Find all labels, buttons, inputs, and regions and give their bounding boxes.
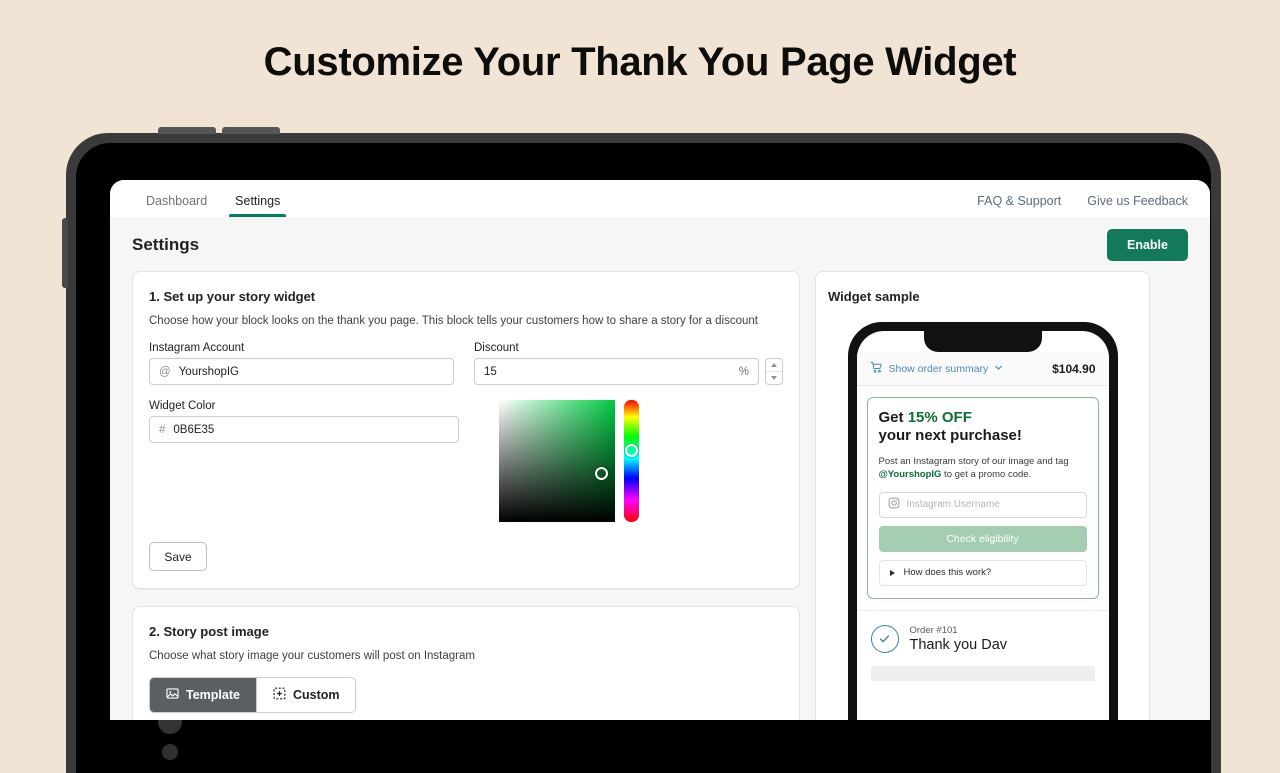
check-circle-icon	[870, 624, 899, 653]
story-widget-card: 1. Set up your story widget Choose how y…	[132, 271, 800, 589]
tab-dashboard[interactable]: Dashboard	[132, 194, 221, 217]
add-frame-icon	[273, 687, 286, 703]
content-area: 1. Set up your story widget Choose how y…	[110, 271, 1210, 720]
give-feedback-link[interactable]: Give us Feedback	[1087, 194, 1188, 208]
phone-notch	[923, 331, 1042, 352]
promo-widget: Get 15% OFF your next purchase! Post an …	[866, 397, 1099, 599]
percent-suffix: %	[738, 365, 749, 378]
volume-up-button[interactable]	[158, 127, 216, 134]
widget-sample-title: Widget sample	[828, 289, 920, 304]
discount-stepper[interactable]	[765, 358, 783, 385]
image-source-toggle: Template Custom	[149, 677, 357, 713]
instagram-account-label: Instagram Account	[149, 342, 245, 354]
stepper-increment[interactable]	[766, 359, 782, 371]
nav-tabs: Dashboard Settings	[132, 194, 294, 217]
caret-up-icon	[771, 363, 777, 367]
chevron-right-icon	[889, 569, 895, 576]
promo-body-end: to get a promo code.	[941, 469, 1032, 481]
color-picker	[499, 400, 639, 522]
story-post-image-card: 2. Story post image Choose what story im…	[132, 606, 800, 720]
instagram-username-placeholder: Instagram Username	[906, 499, 1000, 511]
instagram-account-value: YourshopIG	[178, 365, 240, 378]
app-screen: Dashboard Settings FAQ & Support Give us…	[110, 180, 1210, 720]
chevron-down-icon	[994, 363, 1003, 375]
promo-instructions: Post an Instagram story of our image and…	[879, 455, 1087, 482]
hue-slider[interactable]	[624, 400, 639, 522]
custom-label: Custom	[292, 688, 340, 702]
section2-description: Choose what story image your customers w…	[149, 650, 475, 662]
section2-title: 2. Story post image	[149, 624, 269, 639]
widget-color-input[interactable]: # 0B6E35	[149, 416, 459, 443]
widget-color-label: Widget Color	[149, 400, 216, 412]
discount-label: Discount	[474, 342, 519, 354]
section1-title: 1. Set up your story widget	[149, 289, 316, 304]
discount-field: Discount 15 %	[474, 342, 783, 385]
how-does-this-work-label: How does this work?	[903, 567, 992, 579]
caret-down-icon	[771, 376, 777, 380]
cart-icon	[870, 361, 883, 377]
promo-line2: your next purchase!	[878, 427, 1022, 445]
app-navigation-bar: Dashboard Settings FAQ & Support Give us…	[110, 180, 1210, 217]
widget-color-field: Widget Color # 0B6E35	[149, 400, 459, 522]
thank-you-message: Thank you Dav	[909, 636, 1008, 653]
form-row-color: Widget Color # 0B6E35	[149, 400, 783, 522]
tab-settings[interactable]: Settings	[221, 194, 294, 217]
phone-mockup: Show order summary $104.90 Get 15% OFF y…	[847, 322, 1118, 720]
power-button[interactable]	[62, 218, 68, 288]
page-header: Settings Enable	[110, 217, 1210, 271]
widget-sample-card: Widget sample Show order summary $104.90…	[815, 271, 1150, 720]
faq-support-link[interactable]: FAQ & Support	[977, 194, 1061, 208]
image-icon	[166, 687, 179, 703]
order-confirmation: Order #101 Thank you Dav	[856, 609, 1109, 653]
settings-heading: Settings	[132, 235, 200, 254]
order-total-amount: $104.90	[1052, 361, 1096, 376]
show-order-summary-toggle[interactable]: Show order summary	[870, 361, 1004, 377]
instagram-account-input[interactable]: @ YourshopIG	[149, 358, 454, 385]
nav-links: FAQ & Support Give us Feedback	[977, 194, 1188, 217]
stepper-decrement[interactable]	[766, 371, 782, 384]
at-symbol-icon: @	[159, 365, 171, 378]
template-label: Template	[186, 688, 240, 702]
discount-input[interactable]: 15 %	[474, 358, 759, 385]
promo-discount: 15% OFF	[907, 409, 972, 426]
order-number: Order #101	[909, 624, 958, 636]
custom-option[interactable]: Custom	[255, 678, 356, 712]
promo-headline: Get 15% OFF your next purchase!	[879, 409, 1087, 446]
device-button-small[interactable]	[162, 744, 178, 760]
show-order-summary-label: Show order summary	[888, 362, 989, 375]
check-eligibility-button[interactable]: Check eligibility	[878, 525, 1087, 552]
instagram-username-input[interactable]: Instagram Username	[878, 491, 1087, 518]
enable-button[interactable]: Enable	[1107, 229, 1188, 261]
page-title: Customize Your Thank You Page Widget	[263, 39, 1017, 84]
discount-value: 15	[484, 365, 497, 378]
section1-description: Choose how your block looks on the thank…	[149, 315, 758, 327]
instagram-icon	[888, 496, 900, 514]
widget-color-value: 0B6E35	[173, 423, 215, 436]
instagram-account-field: Instagram Account @ YourshopIG	[149, 342, 454, 385]
hash-symbol-icon: #	[159, 423, 166, 436]
promo-body-start: Post an Instagram story of our image and…	[878, 455, 1069, 467]
template-option[interactable]: Template	[150, 678, 256, 712]
preview-column: Widget sample Show order summary $104.90…	[815, 271, 1150, 720]
order-summary-bar: Show order summary $104.90	[856, 352, 1109, 386]
form-row-account-discount: Instagram Account @ YourshopIG Discount …	[149, 342, 783, 385]
volume-down-button[interactable]	[222, 127, 280, 134]
settings-column: 1. Set up your story widget Choose how y…	[132, 271, 800, 720]
hue-slider-handle[interactable]	[625, 444, 638, 457]
save-button[interactable]: Save	[149, 542, 207, 571]
phone-screen: Show order summary $104.90 Get 15% OFF y…	[856, 331, 1109, 720]
placeholder-bar	[870, 665, 1095, 681]
how-does-this-work-accordion[interactable]: How does this work?	[878, 559, 1087, 586]
promo-prefix: Get	[878, 409, 908, 426]
saturation-value-square[interactable]	[499, 400, 615, 522]
saturation-value-handle[interactable]	[595, 467, 608, 480]
promo-handle: @YourshopIG	[878, 469, 942, 481]
